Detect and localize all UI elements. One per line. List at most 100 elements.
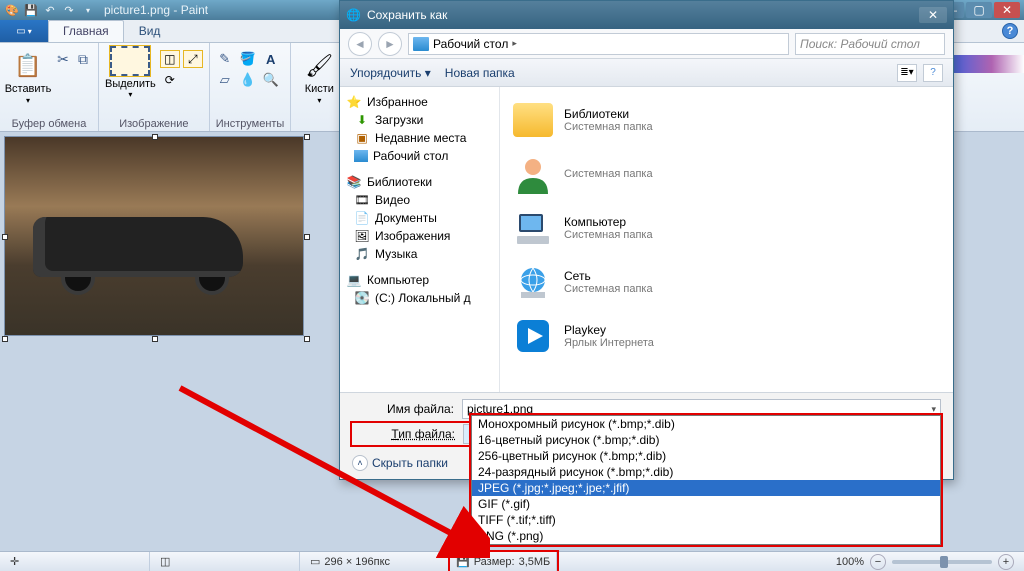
- computer-icon: 💻: [346, 273, 362, 287]
- canvas-dimensions: 296 × 196пкс: [324, 556, 390, 568]
- tab-home[interactable]: Главная: [48, 20, 124, 42]
- select-icon: [110, 46, 150, 76]
- maximize-button[interactable]: ▢: [966, 2, 992, 18]
- organize-button[interactable]: Упорядочить ▾: [350, 66, 431, 80]
- filetype-option[interactable]: 256-цветный рисунок (*.bmp;*.dib): [472, 448, 940, 464]
- redo-icon[interactable]: ↷: [61, 2, 77, 18]
- nav-forward-button[interactable]: ►: [378, 32, 402, 56]
- dialog-nav: ◄ ► Рабочий стол ▸ Поиск: Рабочий стол: [340, 29, 953, 59]
- filetype-option[interactable]: TIFF (*.tif;*.tiff): [472, 512, 940, 528]
- view-mode-button[interactable]: ≣▾: [897, 64, 917, 82]
- tree-documents[interactable]: 📄Документы: [342, 209, 497, 227]
- file-size-cell: 💾 Размер: 3,5МБ: [450, 552, 557, 571]
- rotate-icon[interactable]: ⟳: [160, 71, 180, 89]
- new-folder-button[interactable]: Новая папка: [445, 66, 515, 80]
- qat-dropdown-icon[interactable]: ▾: [80, 2, 96, 18]
- zoom-in-button[interactable]: +: [998, 554, 1014, 570]
- paste-icon: 📋: [12, 50, 44, 82]
- dialog-title-bar[interactable]: 🌐 Сохранить как ✕: [340, 1, 953, 29]
- tree-videos[interactable]: 🎞Видео: [342, 191, 497, 209]
- group-image-label: Изображение: [105, 117, 203, 130]
- cut-icon[interactable]: ✂: [54, 50, 72, 68]
- music-icon: 🎵: [354, 247, 370, 261]
- zoom-out-button[interactable]: −: [870, 554, 886, 570]
- desktop-icon: [413, 37, 429, 51]
- tree-c-drive[interactable]: 💽(C:) Локальный д: [342, 289, 497, 307]
- combo-arrow-icon[interactable]: ▾: [931, 404, 936, 415]
- filetype-label: ТТип файла:ип файла:: [353, 427, 463, 441]
- canvas-image[interactable]: [4, 136, 304, 336]
- text-icon[interactable]: A: [262, 50, 280, 68]
- tree-recent[interactable]: ▣Недавние места: [342, 129, 497, 147]
- brushes-button[interactable]: 🖌 Кисти ▾: [297, 46, 341, 105]
- filetype-option[interactable]: Монохромный рисунок (*.bmp;*.dib): [472, 416, 940, 432]
- tree-libraries[interactable]: 📚Библиотеки: [342, 173, 497, 191]
- documents-icon: 📄: [354, 211, 370, 225]
- magnifier-icon[interactable]: 🔍: [262, 71, 280, 89]
- paint-logo-icon: 🎨: [4, 2, 20, 18]
- file-menu-icon: ▭: [16, 26, 25, 37]
- help-dialog-button[interactable]: ?: [923, 64, 943, 82]
- tree-music[interactable]: 🎵Музыка: [342, 245, 497, 263]
- filetype-option-selected[interactable]: JPEG (*.jpg;*.jpeg;*.jpe;*.jfif): [472, 480, 940, 496]
- tree-computer[interactable]: 💻Компьютер: [342, 271, 497, 289]
- window-title: picture1.png - Paint: [104, 3, 208, 17]
- drive-icon: 💽: [354, 291, 370, 305]
- chevron-right-icon[interactable]: ▸: [512, 38, 517, 49]
- save-icon[interactable]: 💾: [23, 2, 39, 18]
- nav-back-button[interactable]: ◄: [348, 32, 372, 56]
- selection-size-icon: ◫: [160, 555, 170, 568]
- tab-view[interactable]: Вид: [124, 20, 176, 42]
- fill-icon[interactable]: 🪣: [239, 50, 257, 68]
- item-user[interactable]: Системная папка: [510, 147, 943, 201]
- select-button[interactable]: Выделить ▾: [105, 46, 156, 99]
- paste-button[interactable]: 📋 Вставить ▾: [6, 46, 50, 105]
- dialog-close-button[interactable]: ✕: [919, 7, 947, 23]
- eraser-icon[interactable]: ▱: [216, 71, 234, 89]
- group-tools: ✎ 🪣 A ▱ 💧 🔍 Инструменты: [210, 43, 292, 131]
- tree-downloads[interactable]: ⬇Загрузки: [342, 111, 497, 129]
- network-big-icon: [512, 261, 554, 303]
- filetype-option[interactable]: 24-разрядный рисунок (*.bmp;*.dib): [472, 464, 940, 480]
- close-button[interactable]: ✕: [994, 2, 1020, 18]
- item-libraries[interactable]: БиблиотекиСистемная папка: [510, 93, 943, 147]
- recent-icon: ▣: [354, 131, 370, 145]
- dialog-icon: 🌐: [346, 8, 361, 22]
- save-as-dialog: 🌐 Сохранить как ✕ ◄ ► Рабочий стол ▸ Пои…: [339, 0, 954, 480]
- folder-content[interactable]: БиблиотекиСистемная папка Системная папк…: [500, 87, 953, 392]
- filetype-option[interactable]: GIF (*.gif): [472, 496, 940, 512]
- breadcrumb[interactable]: Рабочий стол ▸: [408, 33, 789, 55]
- dialog-toolbar: Упорядочить ▾ Новая папка ≣▾ ?: [340, 59, 953, 87]
- tree-pictures[interactable]: 🖼Изображения: [342, 227, 497, 245]
- libraries-big-icon: [513, 103, 553, 137]
- zoom-value: 100%: [836, 556, 864, 568]
- resize-icon[interactable]: ⤢: [183, 50, 203, 68]
- help-button[interactable]: ?: [1002, 23, 1018, 39]
- item-network[interactable]: СетьСистемная папка: [510, 255, 943, 309]
- navigation-tree[interactable]: ⭐Избранное ⬇Загрузки ▣Недавние места Раб…: [340, 87, 500, 392]
- item-computer[interactable]: КомпьютерСистемная папка: [510, 201, 943, 255]
- tree-desktop[interactable]: Рабочий стол: [342, 147, 497, 165]
- status-bar: ✛ ◫ ▭296 × 196пкс 💾 Размер: 3,5МБ 100% −…: [0, 551, 1024, 571]
- file-size-value: 3,5МБ: [519, 556, 551, 568]
- filetype-dropdown[interactable]: Монохромный рисунок (*.bmp;*.dib) 16-цве…: [471, 415, 941, 545]
- tree-favorites[interactable]: ⭐Избранное: [342, 93, 497, 111]
- group-image: Выделить ▾ ◫ ⤢ ⟳ Изображение: [99, 43, 210, 131]
- undo-icon[interactable]: ↶: [42, 2, 58, 18]
- picker-icon[interactable]: 💧: [239, 71, 257, 89]
- zoom-slider[interactable]: [892, 560, 992, 564]
- filetype-option[interactable]: PNG (*.png): [472, 528, 940, 544]
- group-clipboard: 📋 Вставить ▾ ✂ ⧉ Буфер обмена: [0, 43, 99, 131]
- hide-folders-button[interactable]: ˄ Скрыть папки: [352, 455, 448, 471]
- crop-icon[interactable]: ◫: [160, 50, 180, 68]
- copy-icon[interactable]: ⧉: [74, 50, 92, 68]
- group-tools-label: Инструменты: [216, 117, 285, 130]
- disk-icon: 💾: [456, 555, 470, 568]
- computer-big-icon: [512, 207, 554, 249]
- filetype-option[interactable]: 16-цветный рисунок (*.bmp;*.dib): [472, 432, 940, 448]
- pencil-icon[interactable]: ✎: [216, 50, 234, 68]
- file-menu-button[interactable]: ▭▾: [0, 20, 48, 42]
- search-input[interactable]: Поиск: Рабочий стол: [795, 33, 945, 55]
- dialog-title: Сохранить как: [367, 8, 447, 22]
- item-playkey[interactable]: PlaykeyЯрлык Интернета: [510, 309, 943, 363]
